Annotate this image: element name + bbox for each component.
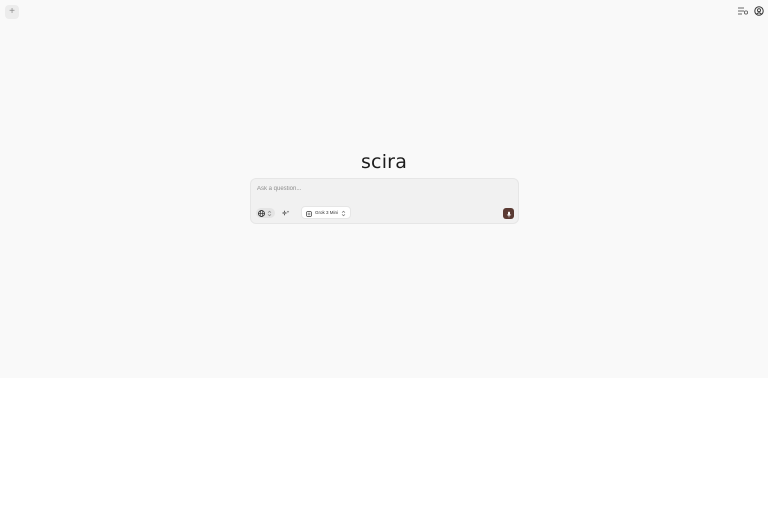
chevron-updown-icon [267, 204, 272, 222]
question-input[interactable] [257, 186, 507, 192]
microphone-icon [506, 205, 512, 223]
plus-icon: + [9, 6, 15, 17]
composer: Grok 3 Mini [250, 178, 519, 224]
account-circle-icon[interactable] [754, 6, 764, 16]
app-shell: + scira Ask a question... Grok 3 Mini [0, 0, 768, 378]
sparkles-icon [281, 204, 290, 222]
composer-toolbar: Grok 3 Mini [256, 204, 352, 222]
model-selector[interactable]: Grok 3 Mini [301, 204, 352, 222]
voice-send-button[interactable] [503, 208, 514, 219]
chevron-updown-icon [341, 204, 346, 222]
model-chip-icon [306, 204, 312, 222]
globe-icon [258, 204, 265, 222]
top-right-actions [738, 6, 764, 16]
search-group-toggle[interactable] [256, 207, 275, 218]
new-chat-button[interactable]: + [5, 5, 19, 19]
brand-title: scira [360, 151, 408, 173]
history-list-icon[interactable] [738, 6, 748, 16]
sparkles-tool-button[interactable] [279, 208, 293, 218]
model-selected-label: Grok 3 Mini [315, 210, 339, 215]
